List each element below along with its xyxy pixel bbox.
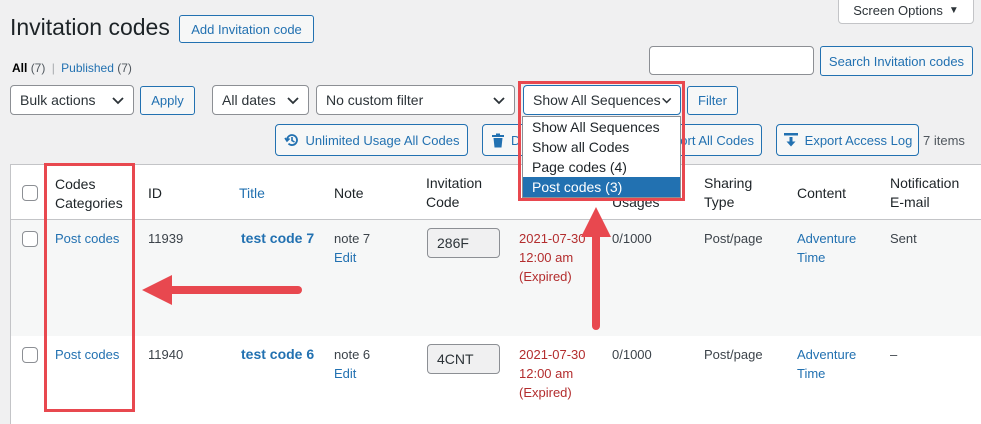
arrow-left-icon (142, 275, 302, 305)
annotation-arrows (142, 207, 611, 330)
arrow-up-icon (581, 207, 611, 330)
